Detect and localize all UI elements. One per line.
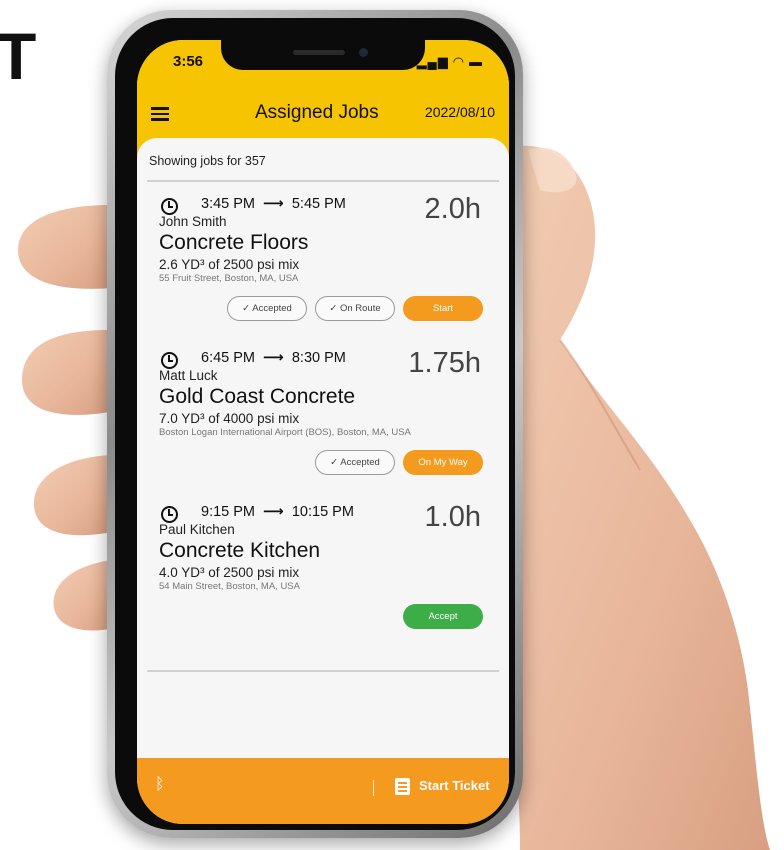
job-address: 55 Fruit Street, Boston, MA, USA bbox=[159, 273, 299, 284]
stage: T 3:56 ▂▄▆ ◠ ▬ Assigned Jobs 2022/08/10 … bbox=[0, 0, 784, 850]
clock-icon bbox=[161, 352, 178, 369]
accepted-button[interactable]: ✓ Accepted bbox=[227, 296, 307, 321]
arrow-right-icon: ⟶ bbox=[263, 196, 284, 212]
phone-frame: 3:56 ▂▄▆ ◠ ▬ Assigned Jobs 2022/08/10 Sh… bbox=[107, 10, 523, 838]
clock-icon bbox=[161, 506, 178, 523]
clock-icon bbox=[161, 198, 178, 215]
job-mix: 2.6 YD³ of 2500 psi mix bbox=[159, 257, 300, 272]
job-end-time: 5:45 PM bbox=[291, 196, 346, 212]
start-button[interactable]: Start bbox=[403, 296, 483, 321]
bluetooth-icon[interactable]: ᛒ bbox=[155, 776, 165, 794]
jobs-list-panel: Showing jobs for 357 3:45 PM ⟶ 5:45 PM 2… bbox=[137, 138, 509, 778]
speaker-grille bbox=[293, 50, 345, 55]
job-mix: 4.0 YD³ of 2500 psi mix bbox=[159, 565, 300, 580]
job-end-time: 8:30 PM bbox=[291, 350, 346, 366]
job-card-1[interactable]: 3:45 PM ⟶ 5:45 PM 2.0h John Smith Concre… bbox=[137, 188, 509, 342]
ticket-icon[interactable] bbox=[395, 778, 410, 795]
divider bbox=[147, 670, 499, 672]
job-duration: 2.0h bbox=[424, 193, 481, 225]
job-mix: 7.0 YD³ of 4000 psi mix bbox=[159, 411, 300, 426]
status-time: 3:56 bbox=[173, 53, 204, 70]
header-date[interactable]: 2022/08/10 bbox=[425, 104, 495, 120]
front-camera bbox=[359, 48, 368, 57]
on-route-button[interactable]: ✓ On Route bbox=[315, 296, 395, 321]
job-address: Boston Logan International Airport (BOS)… bbox=[159, 427, 411, 438]
job-duration: 1.75h bbox=[408, 347, 481, 379]
page-title: Assigned Jobs bbox=[255, 102, 379, 123]
showing-jobs-label: Showing jobs for 357 bbox=[149, 154, 266, 168]
bottom-toolbar: ᛒ Start Ticket bbox=[137, 758, 509, 824]
arrow-right-icon: ⟶ bbox=[263, 504, 284, 520]
phone-notch bbox=[221, 40, 425, 70]
start-ticket-button[interactable]: Start Ticket bbox=[419, 778, 490, 793]
job-name: Concrete Kitchen bbox=[159, 539, 321, 562]
job-time-range: 9:15 PM ⟶ 10:15 PM bbox=[201, 504, 354, 520]
app-screen: 3:56 ▂▄▆ ◠ ▬ Assigned Jobs 2022/08/10 Sh… bbox=[137, 40, 509, 824]
job-duration: 1.0h bbox=[424, 501, 481, 533]
job-start-time: 3:45 PM bbox=[201, 196, 255, 212]
accepted-button[interactable]: ✓ Accepted bbox=[315, 450, 395, 475]
accept-button[interactable]: Accept bbox=[403, 604, 483, 629]
status-icons: ▂▄▆ ◠ ▬ bbox=[416, 54, 483, 69]
job-actions: ✓ Accepted On My Way bbox=[315, 450, 483, 475]
job-actions: ✓ Accepted ✓ On Route Start bbox=[227, 296, 483, 321]
job-customer: John Smith bbox=[159, 214, 227, 229]
toolbar-divider bbox=[373, 780, 374, 796]
job-card-3[interactable]: 9:15 PM ⟶ 10:15 PM 1.0h Paul Kitchen Con… bbox=[137, 496, 509, 650]
on-my-way-button[interactable]: On My Way bbox=[403, 450, 483, 475]
job-address: 54 Main Street, Boston, MA, USA bbox=[159, 581, 300, 592]
phone-bezel: 3:56 ▂▄▆ ◠ ▬ Assigned Jobs 2022/08/10 Sh… bbox=[115, 18, 515, 830]
job-name: Gold Coast Concrete bbox=[159, 385, 356, 408]
job-customer: Paul Kitchen bbox=[159, 522, 235, 537]
job-actions: Accept bbox=[403, 604, 483, 629]
job-time-range: 6:45 PM ⟶ 8:30 PM bbox=[201, 350, 346, 366]
job-customer: Matt Luck bbox=[159, 368, 218, 383]
menu-icon[interactable] bbox=[151, 107, 169, 121]
job-start-time: 6:45 PM bbox=[201, 350, 255, 366]
job-end-time: 10:15 PM bbox=[291, 504, 354, 520]
job-name: Concrete Floors bbox=[159, 231, 309, 254]
job-card-2[interactable]: 6:45 PM ⟶ 8:30 PM 1.75h Matt Luck Gold C… bbox=[137, 342, 509, 496]
divider bbox=[147, 180, 499, 182]
arrow-right-icon: ⟶ bbox=[263, 350, 284, 366]
job-start-time: 9:15 PM bbox=[201, 504, 255, 520]
job-time-range: 3:45 PM ⟶ 5:45 PM bbox=[201, 196, 346, 212]
